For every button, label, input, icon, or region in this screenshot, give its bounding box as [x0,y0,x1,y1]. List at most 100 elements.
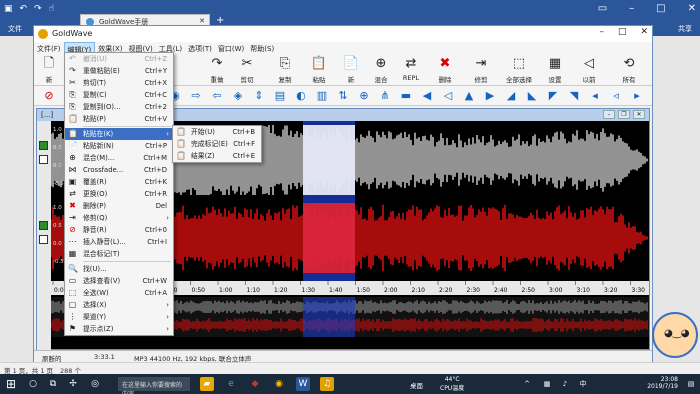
effect-tool-icon[interactable]: ▬ [399,89,413,103]
menu-item[interactable]: 文件(F) [34,42,64,54]
edit-menu-item-find[interactable]: 🔍 找(U)... [65,263,173,275]
volume-icon[interactable]: ♪ [558,377,572,391]
edit-menu-item-select-view[interactable]: ▭ 选择查看(V) Ctrl+W [65,275,173,287]
close-icon[interactable]: ✕ [640,27,648,37]
toolbar-button-redo[interactable]: ↷ 重做 [202,56,232,84]
edit-menu-item-redo[interactable]: ↷ 重做粘贴(E) Ctrl+Y [65,65,173,77]
effect-tool-icon[interactable]: ⊘ [42,89,56,103]
toolbar-button-select-all[interactable]: ⬚ 全部选择 [504,56,534,84]
chrome-icon[interactable]: ◉ [272,377,286,391]
edit-menu-item-mix-marker[interactable]: ▦ 混合标记(T) [65,248,173,260]
close-tab-icon[interactable]: ✕ [199,17,205,25]
effect-tool-icon[interactable]: ◢ [504,89,518,103]
tray-arrow-icon[interactable]: ^ [520,377,534,391]
ribbon-display-icon[interactable]: ▭ [598,3,607,14]
toolbar-button-copy[interactable]: ⎘ 复制 [270,56,300,84]
fan-app-icon[interactable]: ✢ [66,377,80,391]
effect-tool-icon[interactable]: ▸ [630,89,644,103]
network-icon[interactable]: ▦ [540,377,554,391]
edit-menu-item-paste[interactable]: 📋 粘贴(P) Ctrl+V [65,113,173,125]
edit-menu-item-select[interactable]: ▢ 选择(X) › [65,299,173,311]
edit-menu-item-trim[interactable]: ⇥ 修剪(Q) › [65,212,173,224]
taskbar-search-input[interactable]: 在这里输入你要搜索的内容 [118,377,190,394]
close-icon[interactable]: ✕ [633,110,645,119]
paste-at-submenu-item[interactable]: 📋 结果(Z) Ctrl+E [173,150,261,162]
taskbar-desktop-label[interactable]: 桌面 [410,380,423,390]
effect-tool-icon[interactable]: ◀ [420,89,434,103]
maximize-icon[interactable]: □ [656,3,665,14]
effect-tool-icon[interactable]: ⋔ [378,89,392,103]
touch-mode-icon[interactable]: ☝ [49,4,54,14]
maximize-icon[interactable]: □ [618,27,627,37]
edge-browser-icon[interactable]: e [224,377,238,391]
edit-menu-item-cue-point[interactable]: ⚑ 提示点(Z) › [65,323,173,335]
toolbar-button-paste-new[interactable]: 📄 新 [336,56,366,84]
toolbar-button-set[interactable]: ▦ 设置 [540,56,570,84]
word-file-tab[interactable]: 文件 [8,24,22,34]
paste-at-submenu-item[interactable]: 📋 完成标记(E) Ctrl+F [173,138,261,150]
edit-menu-item-select-all[interactable]: ⬚ 全选(W) Ctrl+A [65,287,173,299]
word-app-icon[interactable]: W [296,377,310,391]
restore-icon[interactable]: ❐ [618,110,630,119]
effect-tool-icon[interactable]: ◃ [609,89,623,103]
toolbar-button-cut[interactable]: ✂ 剪切 [232,56,262,84]
word-share-button[interactable]: 共享 [678,24,692,34]
task-view-icon[interactable]: ⧉ [46,377,60,391]
pinned-app-icon[interactable]: ◎ [88,377,102,391]
effect-tool-icon[interactable]: ◂ [588,89,602,103]
menu-item[interactable]: 选项(T) [185,42,215,54]
edit-menu-item-replace[interactable]: ⇄ 更换(O) Ctrl+R [65,188,173,200]
effect-tool-icon[interactable]: ◣ [525,89,539,103]
edit-menu-item-overwrite[interactable]: ▣ 覆盖(R) Ctrl+K [65,176,173,188]
toolbar-button-new-doc[interactable]: 🗋 新 [34,56,64,84]
edit-menu-item-cut[interactable]: ✂ 剪切(T) Ctrl+X [65,77,173,89]
effect-tool-icon[interactable]: ◐ [294,89,308,103]
toolbar-button-mix[interactable]: ⊕ 混合 [366,56,396,84]
toolbar-button-all[interactable]: ⟲ 所有 [614,56,644,84]
toolbar-button-paste[interactable]: 📋 粘贴 [304,56,334,84]
undo-icon[interactable]: ↶ [20,4,28,14]
effect-tool-icon[interactable]: ▤ [273,89,287,103]
right-channel-toggle[interactable] [39,235,48,244]
edit-menu-item-channel[interactable]: ⋮ 渠道(Y) › [65,311,173,323]
edit-menu-item-delete[interactable]: ✖ 删除(P) Del [65,200,173,212]
goldwave-app-icon[interactable]: ♫ [320,377,334,391]
effect-tool-icon[interactable]: ▥ [315,89,329,103]
effect-tool-icon[interactable]: ◈ [231,89,245,103]
effect-tool-icon[interactable]: ⇨ [189,89,203,103]
close-icon[interactable]: ✕ [688,3,696,14]
toolbar-button-replace[interactable]: ⇄ REPL [396,56,426,82]
edit-menu-item-undo[interactable]: ↶ 撤消(U) Ctrl+Z [65,53,173,65]
edit-menu-item-copy[interactable]: ⎘ 复制(C) Ctrl+C [65,89,173,101]
store-icon[interactable]: ◆ [248,377,262,391]
edit-menu-item-mix[interactable]: ⊕ 混合(M)... Ctrl+M [65,152,173,164]
minimize-icon[interactable]: – [629,3,634,14]
effect-tool-icon[interactable]: ◤ [546,89,560,103]
toolbar-button-previous[interactable]: ◁ 以前 [574,56,604,84]
taskbar-clock[interactable]: 23:08 2019/7/19 [647,376,678,390]
right-channel-checkbox[interactable] [39,221,48,230]
effect-tool-icon[interactable]: ▲ [462,89,476,103]
ime-icon[interactable]: 中 [576,377,590,391]
effect-tool-icon[interactable]: ⇦ [210,89,224,103]
cortana-icon[interactable]: ○ [26,377,40,391]
left-channel-toggle[interactable] [39,155,48,164]
effect-tool-icon[interactable]: ⊕ [357,89,371,103]
paste-at-submenu-item[interactable]: 📋 开始(U) Ctrl+B [173,126,261,138]
notification-icon[interactable]: ▤ [684,377,698,391]
effect-tool-icon[interactable]: ⇅ [336,89,350,103]
left-channel-checkbox[interactable] [39,141,48,150]
toolbar-button-trim[interactable]: ⇥ 修剪 [466,56,496,84]
effect-tool-icon[interactable]: ◁ [441,89,455,103]
edit-menu-item-crossfade[interactable]: ⋈ Crossfade... Ctrl+D [65,164,173,176]
minimize-icon[interactable]: – [599,27,604,37]
redo-icon[interactable]: ↷ [34,4,42,14]
windows-start-icon[interactable]: ⊞ [6,377,16,391]
menu-item[interactable]: 帮助(S) [247,42,277,54]
save-icon[interactable]: ▣ [4,4,13,14]
edit-menu-item-insert-silence[interactable]: ⋯ 插入静音(L)... Ctrl+I [65,236,173,248]
edit-menu-item-paste-new[interactable]: 📄 粘贴新(N) Ctrl+P [65,140,173,152]
edit-menu-item-paste-at[interactable]: 📋 粘贴在(K) › [65,128,173,140]
edit-menu-item-mute[interactable]: ⊘ 静音(R) Ctrl+0 [65,224,173,236]
menu-item[interactable]: 窗口(W) [215,42,247,54]
